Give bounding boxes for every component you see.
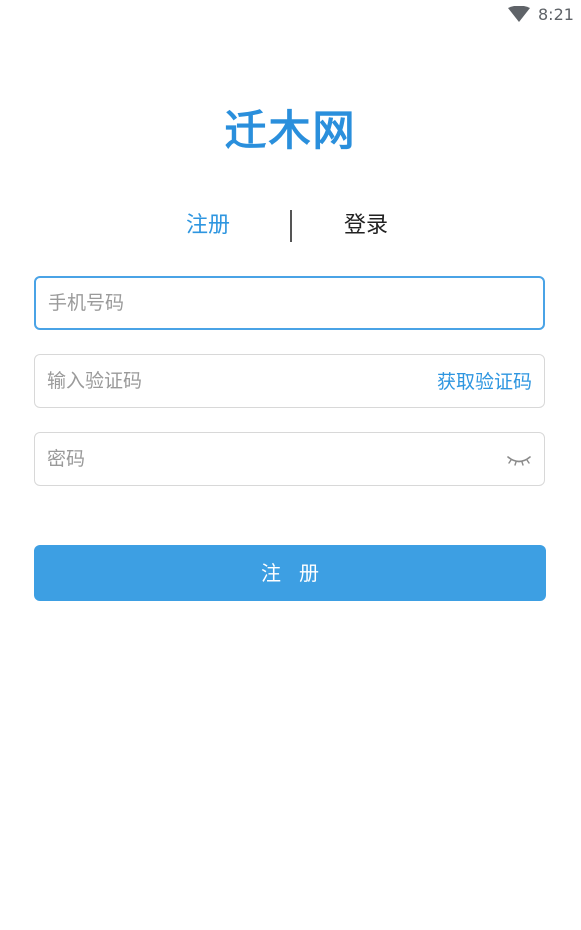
phone-input[interactable] (48, 278, 528, 328)
tab-divider (290, 210, 292, 242)
auth-tabs: 注册 登录 (0, 206, 581, 246)
status-bar: 8:21 (0, 0, 581, 30)
wifi-icon (508, 6, 530, 22)
tab-login[interactable]: 登录 (344, 206, 388, 246)
register-submit-button[interactable]: 注册 (34, 545, 546, 601)
eye-closed-icon[interactable] (506, 451, 532, 469)
tab-register[interactable]: 注册 (186, 206, 230, 246)
password-input[interactable] (47, 433, 487, 485)
verification-code-input[interactable] (47, 355, 407, 407)
app-logo: 迁木网 (224, 106, 357, 155)
password-field (34, 432, 545, 486)
verification-code-field: 获取验证码 (34, 354, 545, 408)
get-verification-code-button[interactable]: 获取验证码 (437, 355, 532, 409)
status-time: 8:21 (538, 5, 574, 24)
phone-field (34, 276, 545, 330)
